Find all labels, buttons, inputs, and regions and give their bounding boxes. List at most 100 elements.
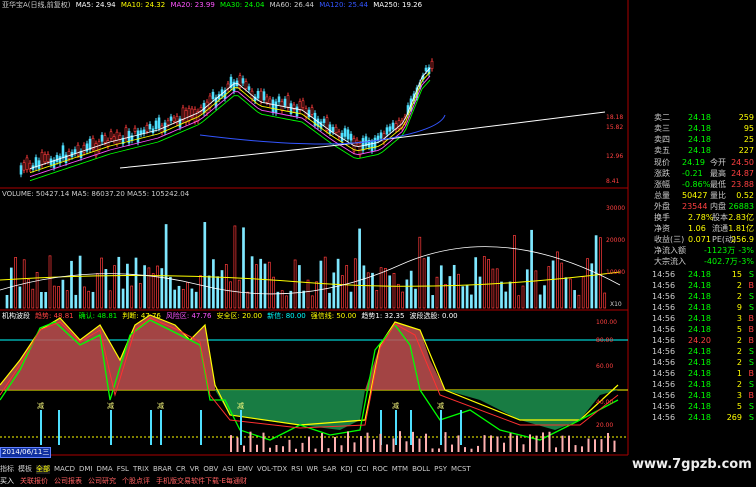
tab-item[interactable]: 模板 xyxy=(18,465,32,474)
signal-bar xyxy=(40,410,42,445)
tick-side: B xyxy=(748,336,755,345)
stat-value: 23544 xyxy=(682,202,708,211)
tick-volume: 2 xyxy=(736,380,742,389)
tab-item[interactable]: DMI xyxy=(79,465,93,474)
fund-row: 收益(三) 0.071 PE(动) 256.9 xyxy=(628,234,756,245)
stat-label: 涨跌 xyxy=(654,169,670,178)
trend-bar xyxy=(314,448,317,452)
trend-bar xyxy=(230,435,232,452)
trend-bar xyxy=(516,435,518,452)
tick-side: B xyxy=(748,325,755,334)
tick-time: 14:56 xyxy=(652,314,676,323)
tick-price: 24.18 xyxy=(688,314,711,323)
fund-label: 收益(三) xyxy=(654,235,685,244)
tab-item[interactable]: BRAR xyxy=(153,465,172,474)
tick-side: S xyxy=(748,402,754,411)
tab-item[interactable]: RSI xyxy=(291,465,302,474)
tick-price: 24.18 xyxy=(688,325,711,334)
ask-volume: 95 xyxy=(743,124,754,133)
tab-item[interactable]: OBV xyxy=(203,465,218,474)
tab-item[interactable]: MACD xyxy=(54,465,75,474)
stat-value: 23.88 xyxy=(731,180,754,189)
status-item[interactable]: 个股点评 xyxy=(122,477,150,486)
tick-volume: 2 xyxy=(736,358,742,367)
tick-volume: 3 xyxy=(736,391,742,400)
tab-item[interactable]: MTM xyxy=(392,465,408,474)
tick-price: 24.18 xyxy=(688,292,711,301)
stat-label: 涨幅 xyxy=(654,180,670,189)
stat-value: -0.21 xyxy=(682,169,703,178)
signal-bar xyxy=(240,410,242,445)
tick-time: 14:56 xyxy=(652,369,676,378)
fund-value: 0.071 xyxy=(688,235,711,244)
trend-bar xyxy=(425,433,427,452)
trend-bar xyxy=(522,444,525,452)
fund-label: 流通 xyxy=(712,224,728,233)
tab-item[interactable]: TRIX xyxy=(133,465,149,474)
tick-price: 24.18 xyxy=(688,402,711,411)
tick-row: 14:56 24.18 5 B xyxy=(628,324,756,335)
tab-item[interactable]: CR xyxy=(176,465,186,474)
stat-value: 26883 xyxy=(728,202,754,211)
trend-bar xyxy=(451,444,453,452)
trend-bar xyxy=(503,442,505,452)
trend-bar xyxy=(249,431,252,452)
signal-bar xyxy=(110,410,112,445)
trend-bar xyxy=(418,438,421,452)
signal-bar xyxy=(150,410,152,445)
watermark: www.7gpzb.com xyxy=(632,457,752,472)
tick-side: S xyxy=(748,413,754,422)
status-item[interactable]: 关联报价 xyxy=(20,477,48,486)
tick-row: 14:56 24.18 5 S xyxy=(628,401,756,412)
tab-item[interactable]: WR xyxy=(307,465,319,474)
tick-row: 14:56 24.18 1 B xyxy=(628,368,756,379)
tick-price: 24.18 xyxy=(688,303,711,312)
tab-item[interactable]: VR xyxy=(190,465,200,474)
fund-value: 1.06 xyxy=(688,224,706,233)
trend-bar xyxy=(509,433,512,452)
tab-item[interactable]: FSL xyxy=(117,465,129,474)
tab-item[interactable]: DMA xyxy=(96,465,112,474)
status-item[interactable]: 公司报表 xyxy=(54,477,82,486)
ask-row: 卖五 24.18 227 xyxy=(628,145,756,156)
fund-value: 2.83亿 xyxy=(728,213,754,222)
stat-value: 50427 xyxy=(682,191,708,200)
tick-time: 14:56 xyxy=(652,402,676,411)
tab-item[interactable]: 指标 xyxy=(0,465,14,474)
tab-item[interactable]: PSY xyxy=(434,465,447,474)
ask-price: 24.18 xyxy=(688,113,711,122)
trend-bar xyxy=(457,435,460,452)
status-bar: 买入 关联报价 公司报表 公司研究 个股点评 手机版交易软件下载-E每通财 xyxy=(0,477,756,487)
tab-item[interactable]: ROC xyxy=(372,465,387,474)
tab-item[interactable]: KDJ xyxy=(341,465,353,474)
stat-label: 内盘 xyxy=(710,202,726,211)
fund-label: 换手 xyxy=(654,213,670,222)
tick-row: 14:56 24.18 3 B xyxy=(628,313,756,324)
tab-item[interactable]: ASI xyxy=(222,465,233,474)
indicator-tick: 20.00 xyxy=(596,422,614,429)
trend-bar xyxy=(470,448,473,452)
tab-item[interactable]: BOLL xyxy=(412,465,430,474)
fund-row: 净资 1.06 流通 1.81亿 xyxy=(628,223,756,234)
trend-bar xyxy=(464,447,466,452)
trend-bar xyxy=(555,447,557,452)
tab-item[interactable]: VOL-TDX xyxy=(257,465,287,474)
stat-row: 现价 24.19 今开 24.50 xyxy=(628,157,756,168)
status-item[interactable]: 公司研究 xyxy=(88,477,116,486)
trend-bar xyxy=(561,435,564,452)
trend-bar xyxy=(347,431,349,452)
tab-item[interactable]: EMV xyxy=(238,465,253,474)
tab-item[interactable]: CCI xyxy=(357,465,369,474)
flow-value: -402.7万 xyxy=(704,257,738,266)
tab-item[interactable]: SAR xyxy=(322,465,336,474)
status-item[interactable]: 买入 xyxy=(0,477,14,486)
risk-area-red xyxy=(0,315,215,390)
fund-value: 1.81亿 xyxy=(728,224,754,233)
tab-item[interactable]: 全部 xyxy=(36,465,50,474)
tick-time: 14:56 xyxy=(652,281,676,290)
tab-item[interactable]: MCST xyxy=(451,465,471,474)
tick-price: 24.20 xyxy=(688,336,711,345)
status-item[interactable]: 手机版交易软件下载-E每通财 xyxy=(156,477,247,486)
trend-bar xyxy=(373,439,375,452)
tick-row: 14:56 24.18 3 B xyxy=(628,390,756,401)
